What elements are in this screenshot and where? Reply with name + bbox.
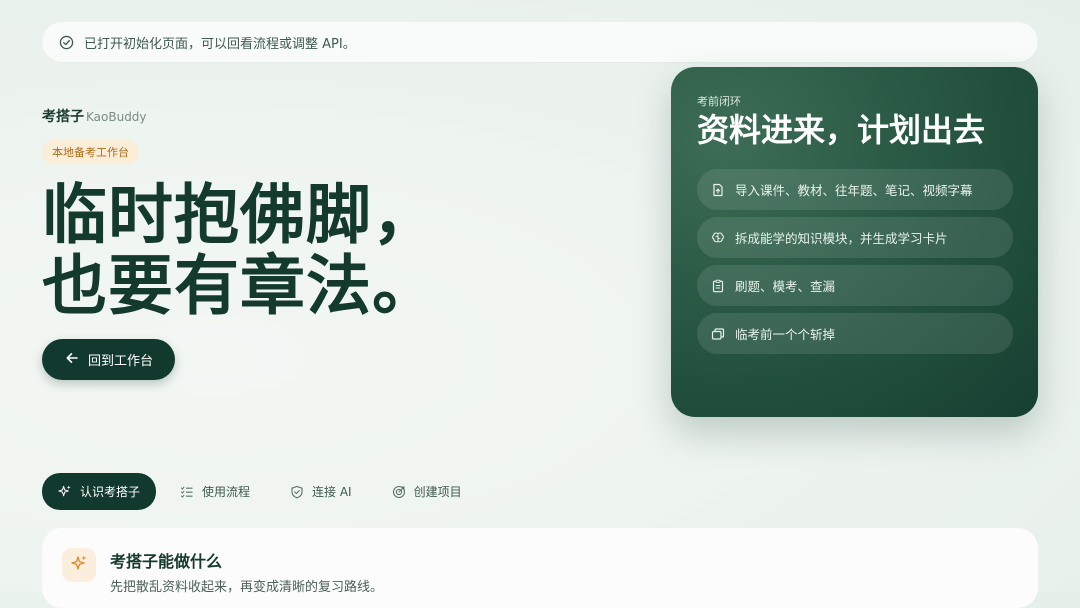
card-item-label: 导入课件、教材、往年题、笔记、视频字幕 xyxy=(735,183,973,198)
panel-subtitle: 先把散乱资料收起来，再变成清晰的复习路线。 xyxy=(110,580,384,595)
hero-line-2: 也要有章法。 xyxy=(42,249,439,324)
card-list: 导入课件、教材、往年题、笔记、视频字幕 拆成能学的知识模块，并生成学习卡片 刷题… xyxy=(697,169,1013,354)
notice-bar: 已打开初始化页面，可以回看流程或调整 API。 xyxy=(42,22,1038,62)
file-upload-icon xyxy=(711,183,725,197)
tab-connect-ai[interactable]: 连接 AI xyxy=(274,474,368,510)
feature-panel: 考搭子能做什么 先把散乱资料收起来，再变成清晰的复习路线。 xyxy=(42,528,1038,608)
back-button-label: 回到工作台 xyxy=(87,354,153,369)
arrow-left-icon xyxy=(64,350,80,370)
tab-label: 使用流程 xyxy=(202,485,251,499)
back-to-workspace-button[interactable]: 回到工作台 xyxy=(42,339,175,380)
tab-workflow[interactable]: 使用流程 xyxy=(164,474,266,510)
tab-create-project[interactable]: 创建项目 xyxy=(376,474,478,510)
hero-line-1: 临时抱佛脚， xyxy=(42,178,439,253)
tab-label: 创建项目 xyxy=(413,485,462,499)
tab-label: 认识考搭子 xyxy=(80,485,141,499)
panel-icon-box xyxy=(62,548,96,582)
sparkle-icon xyxy=(58,485,72,499)
card-title: 资料进来，计划出去 xyxy=(697,111,986,149)
target-icon xyxy=(392,485,406,499)
workspace-badge: 本地备考工作台 xyxy=(42,140,139,164)
notice-text: 已打开初始化页面，可以回看流程或调整 API。 xyxy=(84,36,356,52)
brand-name-en: KaoBuddy xyxy=(86,110,147,124)
check-circle-icon xyxy=(58,34,74,50)
brand: 考搭子 KaoBuddy xyxy=(42,106,147,126)
card-item-finish: 临考前一个个斩掉 xyxy=(697,313,1013,354)
sparkle-icon xyxy=(70,554,88,576)
exam-loop-card: 考前闭环 资料进来，计划出去 导入课件、教材、往年题、笔记、视频字幕 拆成能学的… xyxy=(671,67,1038,417)
clipboard-icon xyxy=(711,279,725,293)
card-eyebrow: 考前闭环 xyxy=(697,95,741,108)
brand-name-zh: 考搭子 xyxy=(42,109,84,125)
brain-icon xyxy=(711,231,725,245)
card-item-label: 拆成能学的知识模块，并生成学习卡片 xyxy=(735,231,948,246)
card-item-label: 刷题、模考、查漏 xyxy=(735,279,836,294)
tab-about[interactable]: 认识考搭子 xyxy=(42,473,157,510)
card-item-practice: 刷题、模考、查漏 xyxy=(697,265,1013,306)
section-tabs: 认识考搭子 使用流程 连接 AI 创建项目 xyxy=(42,473,486,510)
card-item-import: 导入课件、教材、往年题、笔记、视频字幕 xyxy=(697,169,1013,210)
tab-label: 连接 AI xyxy=(312,485,352,499)
shield-icon xyxy=(290,485,304,499)
panel-text: 考搭子能做什么 先把散乱资料收起来，再变成清晰的复习路线。 xyxy=(110,548,383,608)
stack-icon xyxy=(711,327,725,341)
card-item-label: 临考前一个个斩掉 xyxy=(735,327,836,342)
list-check-icon xyxy=(180,485,194,499)
panel-title: 考搭子能做什么 xyxy=(110,552,223,571)
hero-heading: 临时抱佛脚， 也要有章法。 xyxy=(42,180,438,322)
card-item-split: 拆成能学的知识模块，并生成学习卡片 xyxy=(697,217,1013,258)
